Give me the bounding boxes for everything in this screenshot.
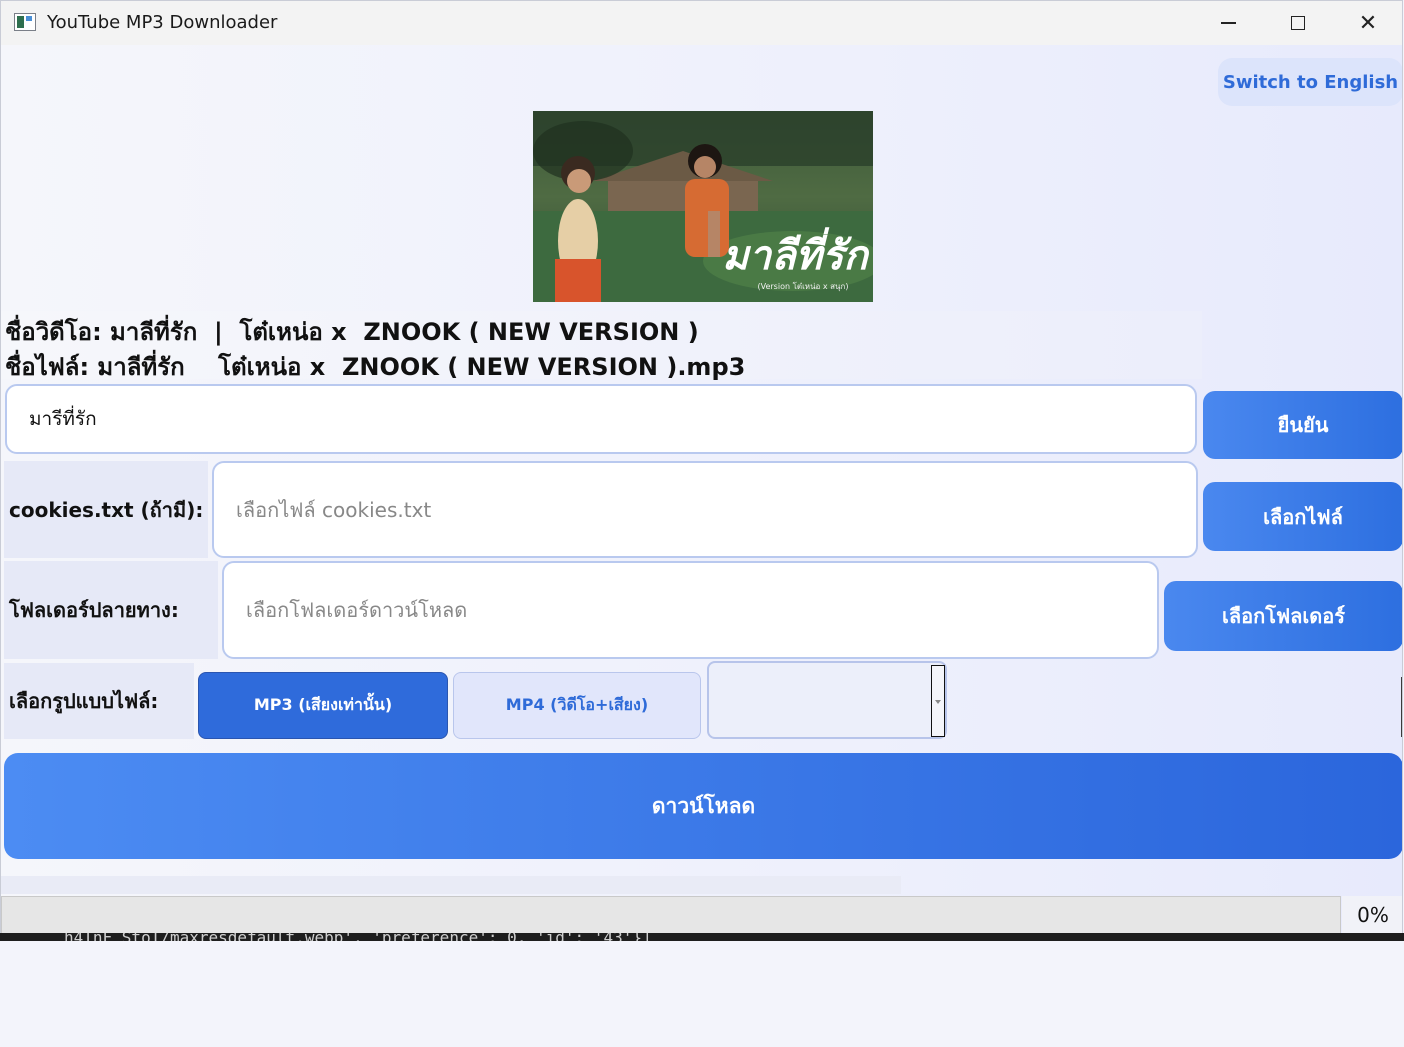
thumbnail-subtitle-art: (Version โต๋เหน่อ x สนุก) [758, 281, 849, 291]
maximize-button[interactable] [1263, 1, 1333, 45]
url-input[interactable]: มารีที่รัก [5, 384, 1197, 454]
file-name: ชื่อไฟล์: มาลีที่รัก โต๋เหน่อ x ZNOOK ( … [5, 353, 746, 381]
app-icon [14, 13, 36, 31]
terminal-log-line: h4TnF_StoI/maxresdefault.webp', 'prefere… [64, 933, 652, 941]
format-label: เลือกรูปแบบไฟล์: [9, 689, 159, 713]
quality-select[interactable] [707, 661, 947, 739]
chevron-down-icon [935, 700, 941, 704]
maximize-icon [1291, 16, 1305, 30]
cookies-file-field[interactable]: เลือกไฟล์ cookies.txt [212, 461, 1198, 558]
close-icon: ✕ [1358, 10, 1378, 36]
progress-percent: 0% [1342, 896, 1402, 934]
video-name: ชื่อวิดีโอ: มาลีที่รัก | โต๋เหน่อ x ZNOO… [5, 318, 699, 346]
minimize-icon [1220, 22, 1236, 24]
title-bar: YouTube MP3 Downloader ✕ [1, 1, 1402, 45]
download-button[interactable]: ดาวน์โหลด [4, 753, 1402, 859]
background-terminal: h4TnF_StoI/maxresdefault.webp', 'prefere… [0, 933, 1404, 941]
switch-language-button[interactable]: Switch to English [1218, 58, 1402, 106]
background-window-edge [1401, 677, 1402, 737]
thumbnail-title-art: มาลีที่รัก [722, 227, 870, 279]
cookies-label: cookies.txt (ถ้ามี): [9, 497, 204, 522]
url-input-value: มารีที่รัก [29, 408, 97, 430]
close-button[interactable]: ✕ [1333, 1, 1402, 45]
app-window: YouTube MP3 Downloader ✕ Switch to Engli… [0, 0, 1403, 940]
confirm-button[interactable]: ยืนยัน [1203, 391, 1402, 459]
progress-bar [1, 896, 1341, 934]
progress-divider [1, 876, 901, 894]
cookies-placeholder: เลือกไฟล์ cookies.txt [236, 497, 432, 522]
choose-folder-button[interactable]: เลือกโฟลเดอร์ [1164, 581, 1402, 651]
folder-label: โฟลเดอร์ปลายทาง: [9, 598, 179, 622]
select-dropdown-handle[interactable] [931, 665, 945, 737]
format-mp4-button[interactable]: MP4 (วิดีโอ+เสียง) [453, 672, 701, 739]
format-mp3-button[interactable]: MP3 (เสียงเท่านั้น) [198, 672, 448, 739]
folder-placeholder: เลือกโฟลเดอร์ดาวน์โหลด [246, 598, 468, 622]
window-title: YouTube MP3 Downloader [47, 12, 278, 33]
folder-field[interactable]: เลือกโฟลเดอร์ดาวน์โหลด [222, 561, 1159, 659]
minimize-button[interactable] [1193, 1, 1263, 45]
video-thumbnail: มาลีที่รัก (Version โต๋เหน่อ x สนุก) [533, 111, 873, 302]
choose-file-button[interactable]: เลือกไฟล์ [1203, 482, 1402, 551]
